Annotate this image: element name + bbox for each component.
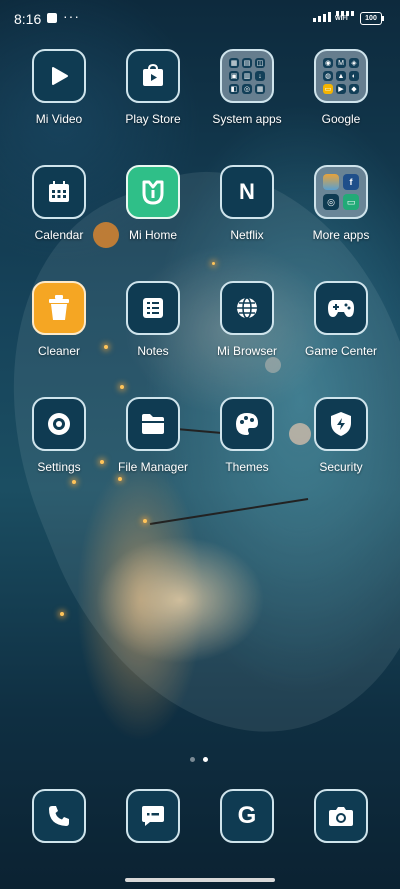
- app-game-center[interactable]: Game Center: [296, 281, 386, 358]
- folder-icon: ▦ ▤ ◫ ▣ ▥ ↓ ◧ ◎ ▦: [220, 49, 274, 103]
- dock-google[interactable]: G: [202, 789, 292, 843]
- app-label: System apps: [212, 112, 282, 126]
- themes-icon: [220, 397, 274, 451]
- folder-icon: ◉ M ◈ ◍ ▲ ◐ ▭ ▶ ◆: [314, 49, 368, 103]
- google-icon: G: [220, 789, 274, 843]
- app-mi-video[interactable]: Mi Video: [14, 49, 104, 126]
- netflix-glyph: N: [239, 179, 255, 204]
- mini-app-icon: ◎: [323, 194, 339, 210]
- mini-app-icon: ▦: [229, 58, 239, 68]
- settings-icon: [32, 397, 86, 451]
- dock-phone[interactable]: [14, 789, 104, 843]
- page-dot-active[interactable]: [203, 757, 208, 762]
- app-themes[interactable]: Themes: [202, 397, 292, 474]
- app-label: Play Store: [125, 112, 181, 126]
- mini-app-icon: ◎: [242, 84, 252, 94]
- app-netflix[interactable]: N Netflix: [202, 165, 292, 242]
- phone-icon: [32, 789, 86, 843]
- app-label: Mi Home: [128, 228, 177, 242]
- wallpaper-spark: [212, 262, 215, 265]
- app-label: Calendar: [34, 228, 84, 242]
- notification-icon: [47, 13, 57, 23]
- wallpaper-spark: [60, 612, 64, 616]
- app-label: Mi Video: [35, 112, 83, 126]
- app-label: Google: [321, 112, 361, 126]
- dock-camera[interactable]: [296, 789, 386, 843]
- mini-app-icon: ◈: [349, 58, 359, 68]
- folder-system-apps[interactable]: ▦ ▤ ◫ ▣ ▥ ↓ ◧ ◎ ▦ System apps: [202, 49, 292, 126]
- signal-icon: [313, 12, 331, 22]
- mini-app-icon: ◆: [349, 84, 359, 94]
- app-settings[interactable]: Settings: [14, 397, 104, 474]
- wallpaper-bokeh: [265, 357, 281, 373]
- app-label: Security: [319, 460, 363, 474]
- app-file-manager[interactable]: File Manager: [108, 397, 198, 474]
- app-notes[interactable]: Notes: [108, 281, 198, 358]
- facebook-mini-icon: f: [343, 174, 359, 190]
- app-label: Themes: [225, 460, 269, 474]
- mini-app-icon: ↓: [255, 71, 265, 81]
- app-label: Game Center: [304, 344, 378, 358]
- play-store-icon: [126, 49, 180, 103]
- mini-app-icon: ▦: [255, 84, 265, 94]
- mini-app-icon: ▣: [229, 71, 239, 81]
- status-bar: 8:16 ··· WIFI 100: [0, 0, 400, 36]
- app-label: Mi Browser: [216, 344, 277, 358]
- app-label: More apps: [312, 228, 370, 242]
- camera-icon: [314, 789, 368, 843]
- mini-app-icon: ◍: [323, 71, 333, 81]
- messages-icon: [126, 789, 180, 843]
- status-time: 8:16: [14, 11, 42, 27]
- mini-app-icon: ▲: [336, 71, 346, 81]
- mini-app-icon: ▶: [336, 84, 346, 94]
- mini-app-icon: [323, 174, 339, 190]
- app-label: File Manager: [117, 460, 189, 474]
- file-manager-icon: [126, 397, 180, 451]
- app-label: Cleaner: [37, 344, 81, 358]
- app-label: Settings: [37, 460, 81, 474]
- mini-app-icon: ▭: [343, 194, 359, 210]
- mini-app-icon: ▭: [323, 84, 333, 94]
- calendar-icon: [32, 165, 86, 219]
- notes-icon: [126, 281, 180, 335]
- mi-browser-icon: [220, 281, 274, 335]
- security-icon: [314, 397, 368, 451]
- wifi-label: WIFI: [335, 16, 348, 22]
- app-label: Netflix: [230, 228, 264, 242]
- wallpaper-spark: [143, 519, 147, 523]
- wallpaper-spark: [72, 480, 76, 484]
- wallpaper-spark: [118, 477, 122, 481]
- more-notifications-icon: ···: [63, 8, 80, 24]
- mini-app-icon: ◉: [323, 58, 333, 68]
- mi-home-icon: [126, 165, 180, 219]
- app-cleaner[interactable]: Cleaner: [14, 281, 104, 358]
- app-mi-browser[interactable]: Mi Browser: [202, 281, 292, 358]
- app-calendar[interactable]: Calendar: [14, 165, 104, 242]
- google-glyph: G: [237, 802, 257, 829]
- mini-app-icon: ▤: [242, 58, 252, 68]
- mini-app-icon: ◧: [229, 84, 239, 94]
- page-indicator: [190, 757, 208, 762]
- netflix-icon: N: [220, 165, 274, 219]
- app-mi-home[interactable]: Mi Home: [108, 165, 198, 242]
- app-label: Notes: [137, 344, 169, 358]
- folder-more-apps[interactable]: f ◎ ▭ More apps: [296, 165, 386, 242]
- mini-app-icon: ◫: [255, 58, 265, 68]
- dock-messages[interactable]: [108, 789, 198, 843]
- cleaner-icon: [32, 281, 86, 335]
- app-security[interactable]: Security: [296, 397, 386, 474]
- app-play-store[interactable]: Play Store: [108, 49, 198, 126]
- mini-app-icon: ▥: [242, 71, 252, 81]
- mini-app-icon: M: [336, 58, 346, 68]
- wifi-icon: WIFI: [335, 11, 355, 25]
- page-dot[interactable]: [190, 757, 195, 762]
- folder-google[interactable]: ◉ M ◈ ◍ ▲ ◐ ▭ ▶ ◆ Google: [296, 49, 386, 126]
- mini-app-icon: ◐: [349, 71, 359, 81]
- mi-video-icon: [32, 49, 86, 103]
- game-center-icon: [314, 281, 368, 335]
- folder-icon: f ◎ ▭: [314, 165, 368, 219]
- battery-icon: 100: [360, 12, 384, 25]
- home-indicator[interactable]: [125, 878, 275, 882]
- wallpaper-spark: [120, 385, 124, 389]
